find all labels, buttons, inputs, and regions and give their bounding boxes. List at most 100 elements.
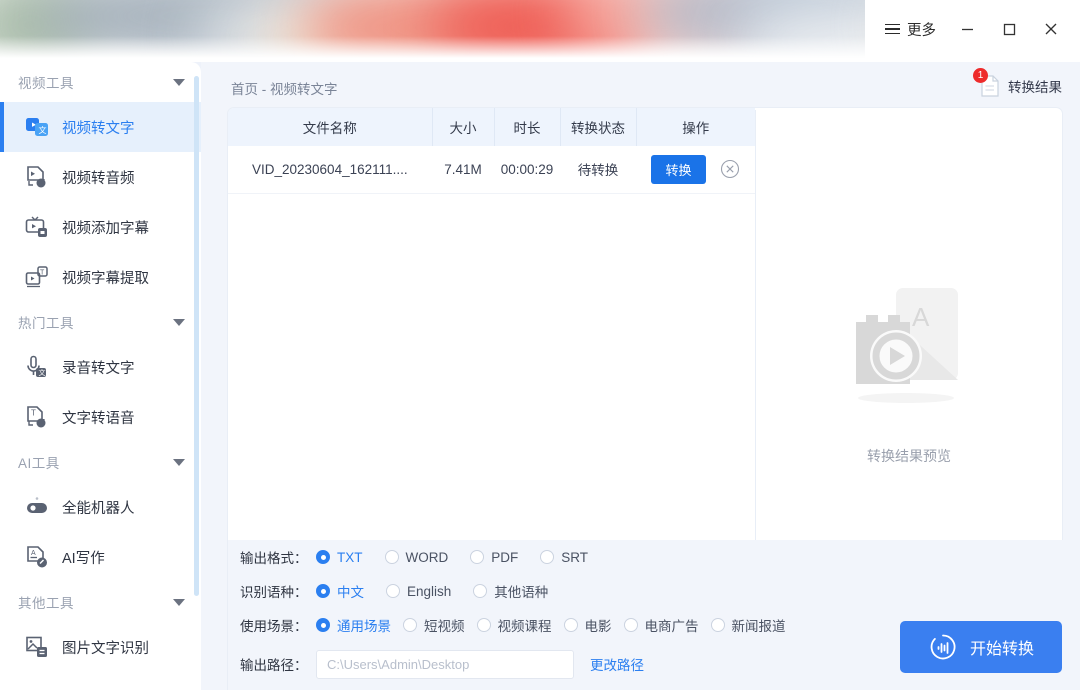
maximize-button[interactable] xyxy=(988,9,1030,49)
table-header-4: 操作 xyxy=(636,108,755,146)
preview-label: 转换结果预览 xyxy=(867,448,951,464)
chevron-down-icon[interactable] xyxy=(173,458,185,466)
radio-dot-icon xyxy=(473,584,488,598)
audio-to-text-icon: 文 xyxy=(27,355,46,377)
change-path-link[interactable]: 更改路径 xyxy=(590,654,644,674)
sidebar: 视频工具 文视频转文字 视频转音频 视频添加字幕 T 视频字幕提取 热门工具 文… xyxy=(0,62,201,690)
table-body: VID_20230604_162111.... 7.41M 00:00:29 待转换转… xyxy=(228,146,755,194)
sidebar-item-label: AI写作 xyxy=(62,550,105,567)
radio-format-1[interactable]: WORD xyxy=(384,549,449,565)
video-to-audio-icon xyxy=(27,166,46,188)
radio-language-1[interactable]: English xyxy=(386,584,451,599)
chevron-down-icon[interactable] xyxy=(173,78,185,86)
sidebar-item-2-0[interactable]: 全能机器人 xyxy=(0,482,201,532)
remove-row-icon[interactable] xyxy=(720,159,740,179)
sidebar-item-label: 全能机器人 xyxy=(62,500,135,517)
start-conversion-button[interactable]: 开始转换 xyxy=(900,621,1062,673)
sidebar-item-2-1[interactable]: A AI写作 xyxy=(0,532,201,582)
image-ocr-icon xyxy=(26,636,47,657)
conversion-results-button[interactable]: 1 转换结果 xyxy=(973,68,1062,98)
sidebar-group-0[interactable]: 视频工具 xyxy=(0,62,201,102)
cell-actions: 转换 xyxy=(636,146,755,194)
output-path-input[interactable] xyxy=(316,649,574,679)
radio-language-0[interactable]: 中文 xyxy=(316,581,364,601)
sidebar-group-label: 热门工具 xyxy=(18,316,74,331)
conversion-preview-placeholder-icon: A xyxy=(856,288,958,403)
minimize-button[interactable] xyxy=(946,9,988,49)
video-extract-subtitle-icon: T xyxy=(25,266,48,288)
table-header-row: 文件名称 大小 时长 转换状态 操作 xyxy=(228,108,755,146)
chevron-down-icon[interactable] xyxy=(173,318,185,326)
svg-text:A: A xyxy=(912,302,930,332)
language-row: 识别语种： 中文 English 其他语种 xyxy=(228,574,1080,608)
svg-text:文: 文 xyxy=(39,368,46,377)
app-window: 更多 视频工具 文视频转文字 视频转音频 视频添加字幕 T 视频字幕提取 热门工… xyxy=(0,0,1080,690)
radio-label: 电影 xyxy=(584,619,612,634)
svg-text:T: T xyxy=(31,409,36,418)
sidebar-item-0-2[interactable]: 视频添加字幕 xyxy=(0,202,201,252)
svg-text:T: T xyxy=(40,270,45,277)
sidebar-item-label: 视频字幕提取 xyxy=(62,270,149,287)
sidebar-item-label: 视频转文字 xyxy=(62,120,135,137)
sidebar-item-label: 视频添加字幕 xyxy=(62,220,149,237)
radio-label: 通用场景 xyxy=(337,619,391,634)
sidebar-item-0-3[interactable]: T 视频字幕提取 xyxy=(0,252,201,302)
radio-label: English xyxy=(407,583,452,599)
sidebar-item-1-1[interactable]: T 文字转语音 xyxy=(0,392,201,442)
radio-dot-icon xyxy=(403,618,417,632)
close-button[interactable] xyxy=(1030,9,1072,49)
chevron-down-icon[interactable] xyxy=(173,598,185,606)
ai-writing-icon: A xyxy=(27,546,47,568)
sidebar-group-1[interactable]: 热门工具 xyxy=(0,302,201,342)
sidebar-item-label: 录音转文字 xyxy=(62,360,135,377)
sidebar-item-0-0[interactable]: 文 视频转文字 xyxy=(0,102,201,152)
radio-scene-3[interactable]: 电影 xyxy=(563,615,612,635)
radio-scene-5[interactable]: 新闻报道 xyxy=(710,615,786,635)
radio-label: 短视频 xyxy=(424,619,465,634)
radio-language-2[interactable]: 其他语种 xyxy=(473,581,548,601)
radio-label: WORD xyxy=(405,549,449,565)
sidebar-scroll-area: 视频工具 文视频转文字 视频转音频 视频添加字幕 T 视频字幕提取 热门工具 文… xyxy=(0,62,201,690)
file-table: 文件名称 大小 时长 转换状态 操作 VID_20230604_162111.... 7.… xyxy=(228,108,755,194)
sidebar-group-3[interactable]: 其他工具 xyxy=(0,582,201,622)
options-panel: 输出格式： TXT WORD PDF SRT 识别语种： 中文 English 其他语种 … xyxy=(228,540,1080,690)
table-header-0: 文件名称 xyxy=(228,108,433,146)
sidebar-group-2[interactable]: AI工具 xyxy=(0,442,201,482)
radio-label: 其他语种 xyxy=(494,585,549,600)
radio-scene-2[interactable]: 视频课程 xyxy=(476,615,552,635)
svg-text:A: A xyxy=(31,550,36,557)
radio-dot-icon xyxy=(623,618,638,632)
radio-dot-icon xyxy=(316,550,330,564)
document-icon: 1 xyxy=(973,68,1001,98)
output-format-label: 输出格式： xyxy=(240,551,308,566)
radio-label: TXT xyxy=(337,549,363,565)
cell-status: 待转换 xyxy=(560,146,636,194)
output-path-label: 输出路径： xyxy=(240,658,308,673)
sidebar-item-1-0[interactable]: 文 录音转文字 xyxy=(0,342,201,392)
sidebar-scrollbar[interactable] xyxy=(194,76,199,596)
radio-scene-0[interactable]: 通用场景 xyxy=(316,615,391,635)
conversion-results-label: 转换结果 xyxy=(1008,80,1062,95)
radio-label: 中文 xyxy=(337,585,364,600)
window-controls: 更多 xyxy=(865,0,1080,58)
radio-format-0[interactable]: TXT xyxy=(316,550,363,565)
language-label: 识别语种： xyxy=(240,585,308,600)
radio-label: 电商广告 xyxy=(644,619,699,634)
table-header-3: 转换状态 xyxy=(560,108,637,146)
sidebar-item-3-0[interactable]: 图片文字识别 xyxy=(0,622,201,672)
more-menu-button[interactable]: 更多 xyxy=(875,9,946,49)
radio-label: 视频课程 xyxy=(497,619,552,634)
row-convert-button[interactable]: 转换 xyxy=(651,154,706,184)
close-icon xyxy=(1045,23,1057,35)
radio-dot-icon xyxy=(386,584,400,598)
table-row[interactable]: VID_20230604_162111.... 7.41M 00:00:29 待转换转… xyxy=(228,146,755,194)
radio-scene-1[interactable]: 短视频 xyxy=(403,615,465,635)
radio-format-2[interactable]: PDF xyxy=(470,550,518,565)
minimize-icon xyxy=(961,28,973,30)
radio-format-3[interactable]: SRT xyxy=(540,550,588,565)
radio-scene-4[interactable]: 电商广告 xyxy=(623,615,699,635)
text-to-speech-icon: T xyxy=(27,406,46,428)
more-menu-label: 更多 xyxy=(907,22,936,39)
sidebar-item-0-1[interactable]: 视频转音频 xyxy=(0,152,201,202)
convert-icon xyxy=(930,634,956,660)
